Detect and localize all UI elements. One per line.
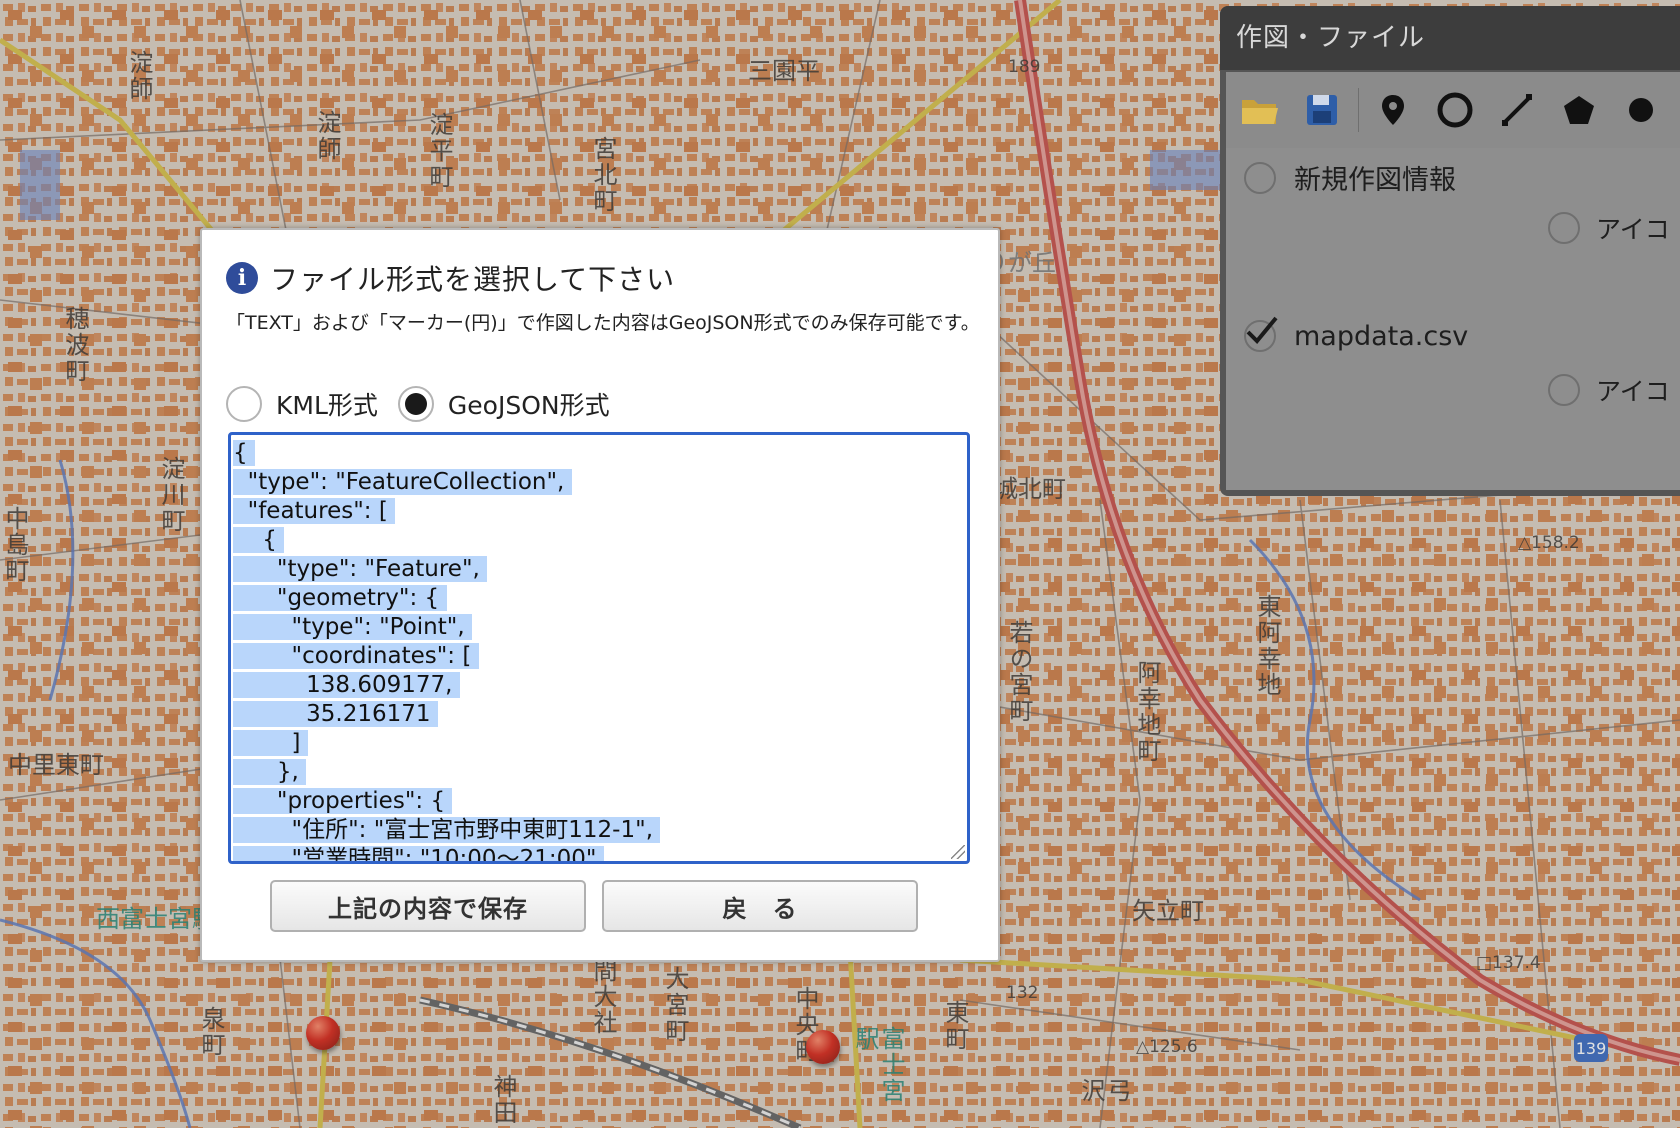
kml-format-label[interactable]: KML形式 xyxy=(276,386,378,422)
draw-file-panel: 作図・ファイル 新規作図情報 アイコ mapdata.csv アイコ xyxy=(1220,6,1680,496)
icon-option-label: アイコ xyxy=(1596,377,1670,406)
resize-handle[interactable] xyxy=(951,845,965,859)
layer-label: mapdata.csv xyxy=(1294,320,1469,352)
info-icon: i xyxy=(226,262,258,294)
geojson-textarea[interactable]: { "type": "FeatureCollection", "features… xyxy=(228,432,970,864)
toolbar-separator xyxy=(1358,88,1359,132)
icon-option[interactable]: アイコ xyxy=(1548,372,1670,408)
geojson-format-radio[interactable] xyxy=(397,386,434,422)
panel-title[interactable]: 作図・ファイル xyxy=(1220,6,1680,70)
marker-icon[interactable] xyxy=(1365,82,1421,138)
icon-option[interactable]: アイコ xyxy=(1548,210,1670,246)
json-line: "properties": { xyxy=(233,788,453,814)
json-line: "coordinates": [ xyxy=(233,643,479,669)
layer-item[interactable]: mapdata.csv xyxy=(1244,316,1469,352)
json-line: "type": "FeatureCollection", xyxy=(233,469,572,495)
json-line: "features": [ xyxy=(233,498,396,524)
circle-icon[interactable] xyxy=(1427,82,1483,138)
json-line: "geometry": { xyxy=(233,585,447,611)
icon-radio[interactable] xyxy=(1548,374,1580,406)
json-line: "type": "Point", xyxy=(233,614,472,640)
json-line: ] xyxy=(233,730,308,756)
panel-toolbar xyxy=(1226,72,1680,149)
geojson-content[interactable]: { "type": "FeatureCollection", "features… xyxy=(231,435,967,861)
json-line: { xyxy=(233,440,255,466)
geojson-format-label[interactable]: GeoJSON形式 xyxy=(448,386,610,422)
folder-open-icon[interactable] xyxy=(1232,82,1288,138)
check-icon xyxy=(1246,316,1278,344)
dialog-header: i ファイル形式を選択して下さい xyxy=(226,258,675,298)
kml-format-radio[interactable] xyxy=(226,386,262,422)
json-line: 35.216171 xyxy=(233,701,438,727)
json-line: "住所": "富士宮市野中東町112-1", xyxy=(233,817,661,843)
back-button[interactable]: 戻 る xyxy=(602,880,918,932)
save-button[interactable]: 上記の内容で保存 xyxy=(270,880,586,932)
layer-checkbox-checked[interactable] xyxy=(1244,316,1278,352)
dialog-note: 「TEXT」および「マーカー(円)」で作図した内容はGeoJSON形式でのみ保存… xyxy=(226,312,980,334)
icon-radio[interactable] xyxy=(1548,212,1580,244)
json-line: }, xyxy=(233,759,307,785)
layer-checkbox[interactable] xyxy=(1244,161,1276,194)
save-format-dialog: i ファイル形式を選択して下さい 「TEXT」および「マーカー(円)」で作図した… xyxy=(200,228,1000,962)
layer-item[interactable]: 新規作図情報 xyxy=(1244,158,1456,197)
filled-circle-icon[interactable] xyxy=(1613,82,1669,138)
dialog-title: ファイル形式を選択して下さい xyxy=(270,263,676,296)
save-icon[interactable] xyxy=(1294,82,1350,138)
json-line: "営業時間": "10:00～21:00" xyxy=(233,846,604,861)
json-line: 138.609177, xyxy=(233,672,460,698)
polygon-icon[interactable] xyxy=(1551,82,1607,138)
line-icon[interactable] xyxy=(1489,82,1545,138)
icon-option-label: アイコ xyxy=(1596,215,1670,244)
layer-list: 新規作図情報 アイコ mapdata.csv アイコ xyxy=(1226,148,1680,490)
layer-label: 新規作図情報 xyxy=(1294,165,1456,196)
json-line: "type": "Feature", xyxy=(233,556,488,582)
json-line: { xyxy=(233,527,285,553)
format-radio-group: KML形式 GeoJSON形式 xyxy=(226,386,630,422)
